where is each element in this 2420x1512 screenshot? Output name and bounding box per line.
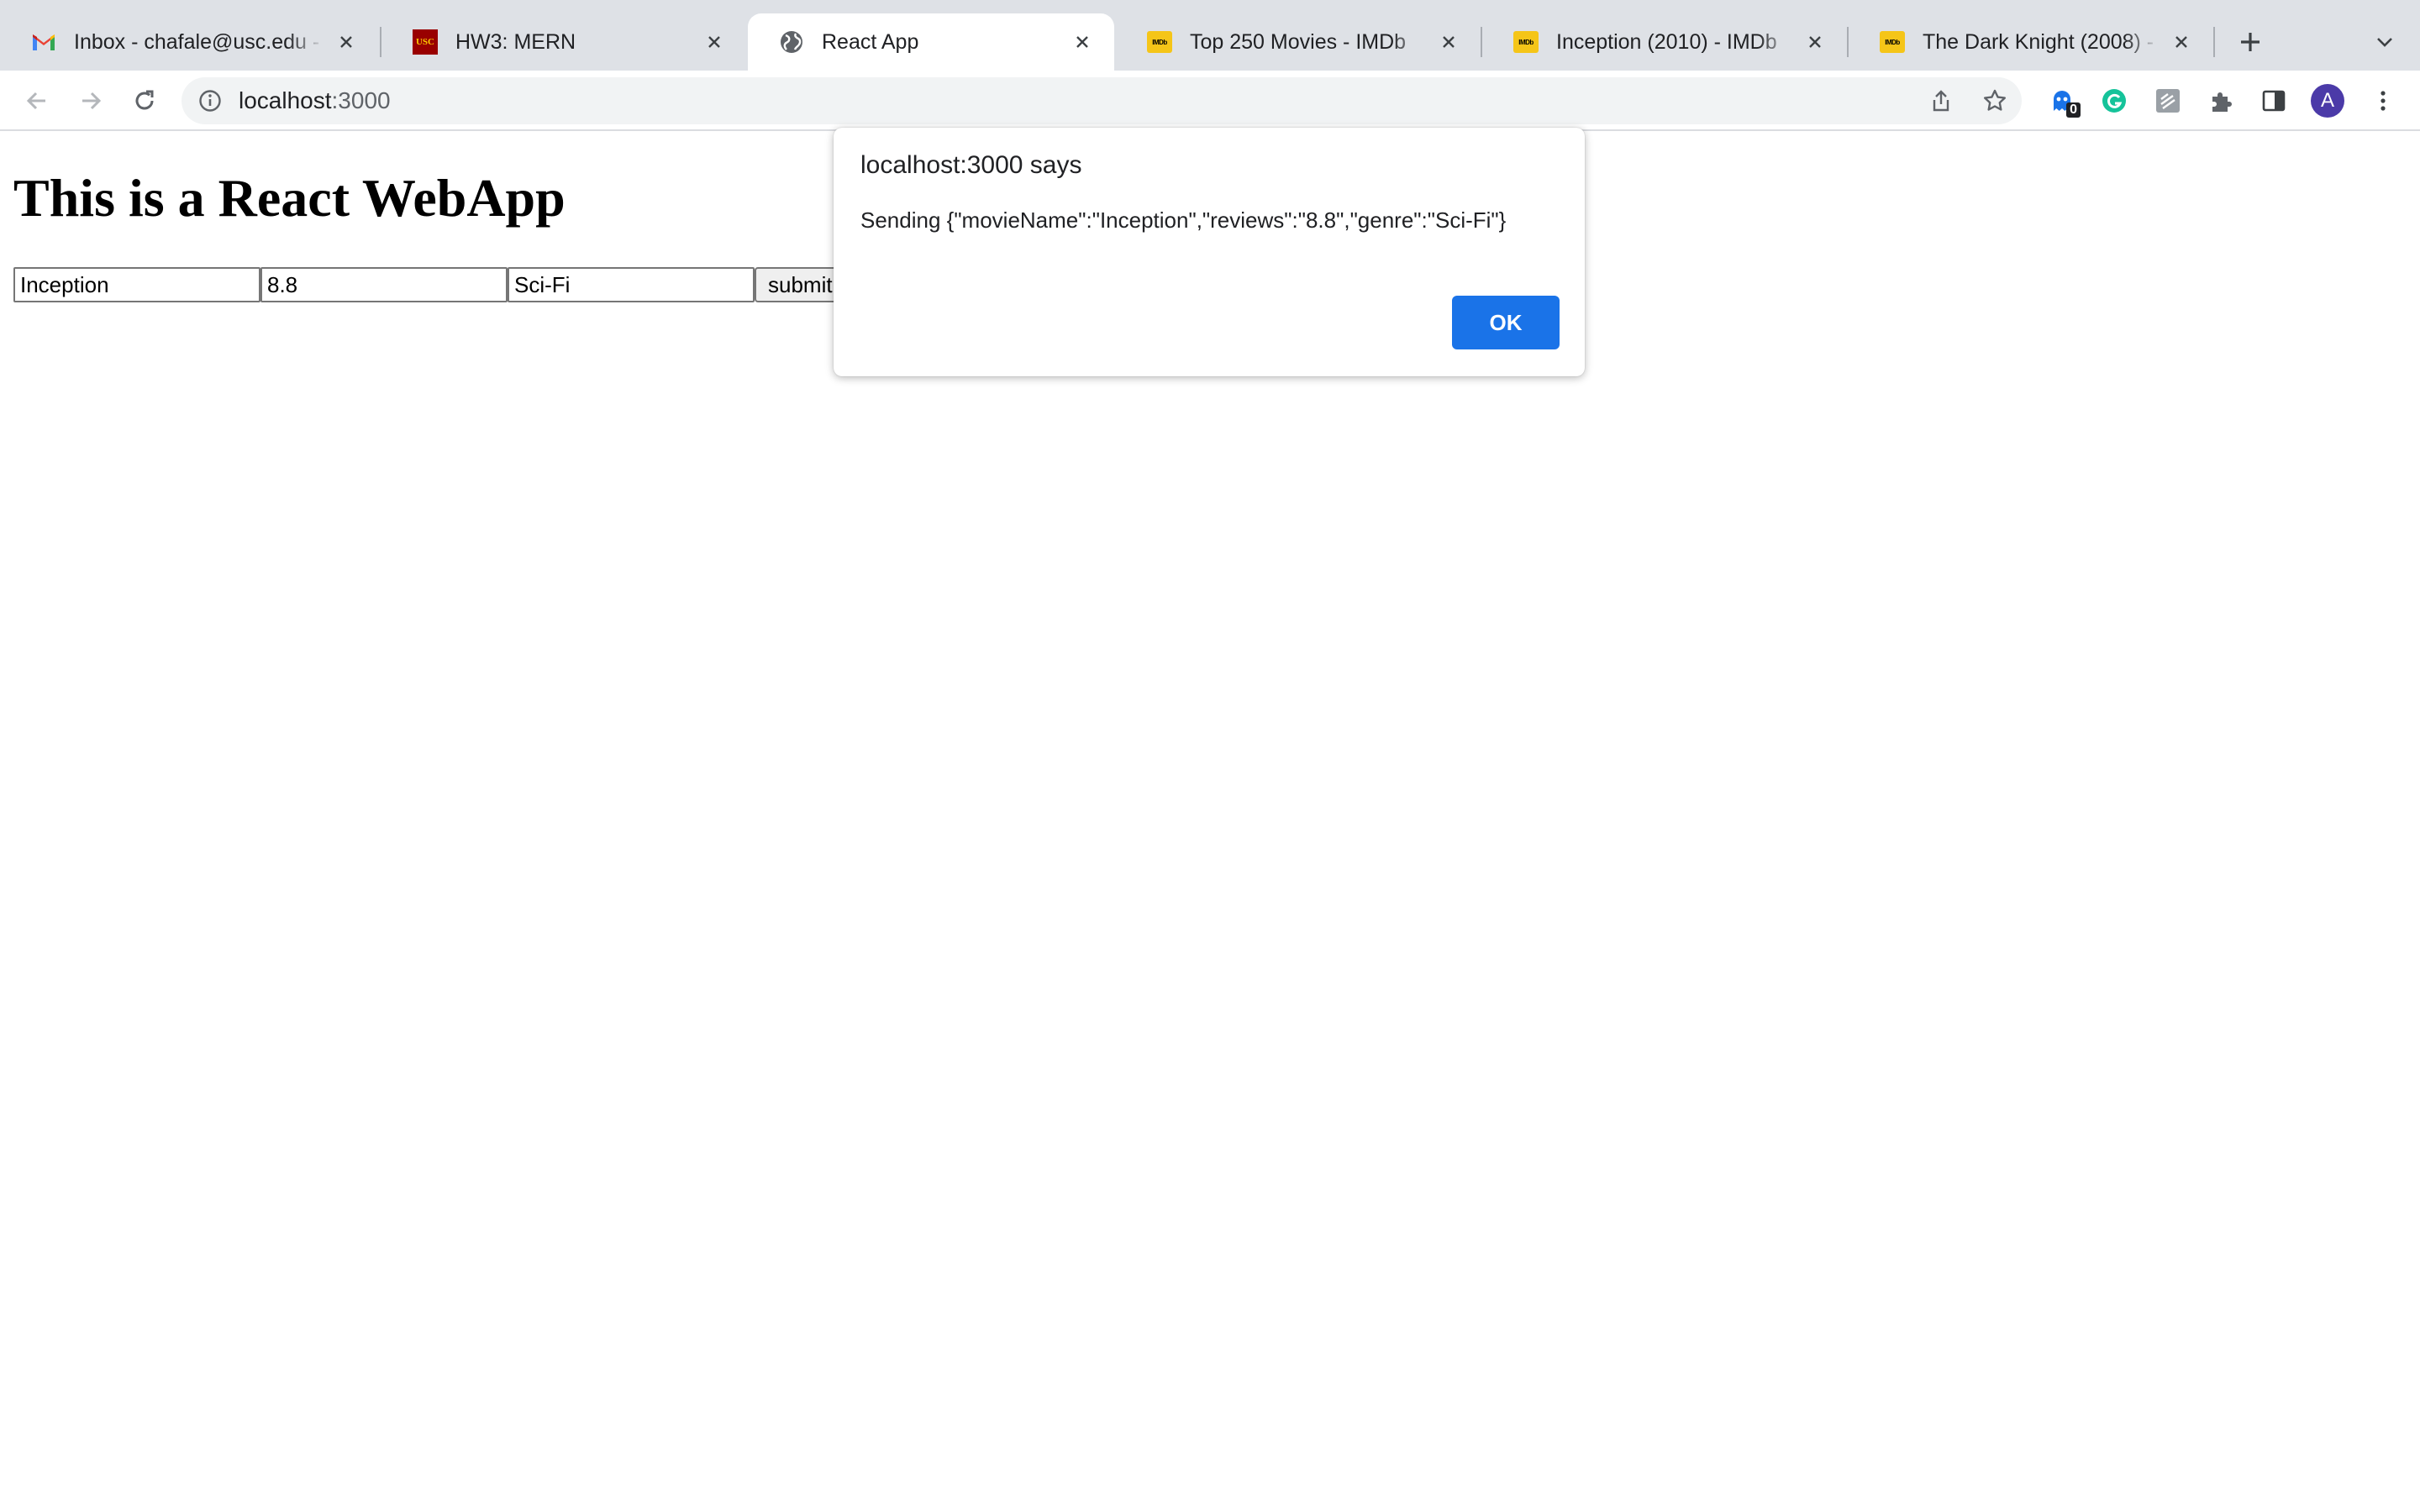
chevron-down-icon	[2377, 38, 2392, 47]
url-host: localhost	[239, 87, 332, 113]
reviews-input[interactable]	[260, 267, 508, 302]
globe-icon	[778, 29, 805, 55]
back-button[interactable]	[17, 81, 57, 121]
close-icon[interactable]	[2168, 29, 2195, 55]
address-bar[interactable]: localhost:3000	[182, 77, 2022, 124]
page-heading: This is a React WebApp	[13, 168, 566, 228]
extension-badge: 0	[2066, 102, 2081, 118]
arrow-left-icon	[26, 92, 45, 110]
new-tab-button[interactable]	[2230, 22, 2270, 62]
reload-icon	[135, 90, 154, 110]
extension-button[interactable]: 0	[2045, 84, 2081, 118]
info-icon[interactable]	[197, 87, 224, 114]
tab-title: The Dark Knight (2008) - IMDb	[1923, 29, 2160, 54]
tab-title: Top 250 Movies - IMDb	[1190, 29, 1407, 54]
close-icon[interactable]	[701, 29, 728, 55]
extension-button[interactable]	[2151, 84, 2185, 118]
tab-search-button[interactable]	[2365, 22, 2405, 62]
puzzle-icon	[2212, 92, 2232, 112]
tab-strip: Inbox - chafale@usc.edu - USC Mail USC H…	[0, 0, 2420, 71]
kebab-menu-icon	[2381, 91, 2386, 111]
ok-button[interactable]: OK	[1452, 296, 1560, 349]
movie-name-input[interactable]	[13, 267, 260, 302]
tab-title: Inbox - chafale@usc.edu - USC Mail	[74, 29, 324, 54]
reload-button[interactable]	[124, 81, 165, 121]
close-icon[interactable]	[333, 29, 360, 55]
url-text[interactable]: localhost:3000	[239, 77, 391, 124]
alert-dialog: localhost:3000 says Sending {"movieName"…	[834, 128, 1585, 376]
imdb-icon: IMDb	[1879, 29, 1906, 55]
tab-imdb-top250[interactable]: IMDb Top 250 Movies - IMDb	[1116, 13, 1481, 71]
extensions-menu-button[interactable]	[2205, 84, 2238, 118]
tab-gmail-inbox[interactable]: Inbox - chafale@usc.edu - USC Mail	[0, 13, 378, 71]
dialog-title: localhost:3000 says	[860, 151, 1082, 179]
tab-imdb-dark-knight[interactable]: IMDb The Dark Knight (2008) - IMDb	[1849, 13, 2213, 71]
tab-hw3-mern[interactable]: USC HW3: MERN	[381, 13, 746, 71]
gmail-icon	[30, 29, 57, 55]
usc-icon: USC	[412, 29, 439, 55]
dialog-message: Sending {"movieName":"Inception","review…	[860, 207, 1507, 233]
tab-react-app[interactable]: React App	[748, 13, 1114, 71]
avatar: A	[2311, 84, 2344, 118]
share-icon[interactable]	[1928, 87, 1954, 114]
arrow-right-icon	[82, 92, 102, 110]
grammarly-icon	[2102, 89, 2126, 113]
browser-menu-button[interactable]	[2366, 84, 2400, 118]
url-port: :3000	[331, 87, 391, 113]
tab-imdb-inception[interactable]: IMDb Inception (2010) - IMDb	[1482, 13, 1847, 71]
tab-title: Inception (2010) - IMDb	[1556, 29, 1777, 54]
imdb-icon: IMDb	[1512, 29, 1539, 55]
close-icon[interactable]	[1069, 29, 1096, 55]
profile-button[interactable]: A	[2311, 84, 2344, 118]
close-icon[interactable]	[1802, 29, 1828, 55]
genre-input[interactable]	[508, 267, 755, 302]
forward-button[interactable]	[71, 81, 111, 121]
close-icon[interactable]	[1435, 29, 1462, 55]
side-panel-button[interactable]	[2257, 84, 2291, 118]
side-panel-icon	[2262, 90, 2286, 112]
browser-toolbar: localhost:3000 0 A	[0, 71, 2420, 131]
bookmark-star-icon[interactable]	[1981, 87, 2008, 114]
imdb-icon: IMDb	[1146, 29, 1173, 55]
scribble-extension-icon	[2156, 89, 2180, 113]
movie-form: submit	[13, 267, 872, 302]
tab-title: React App	[822, 29, 919, 54]
tab-title: HW3: MERN	[455, 29, 576, 54]
plus-icon	[2241, 33, 2260, 51]
tab-divider	[2213, 27, 2215, 57]
grammarly-button[interactable]	[2097, 84, 2131, 118]
